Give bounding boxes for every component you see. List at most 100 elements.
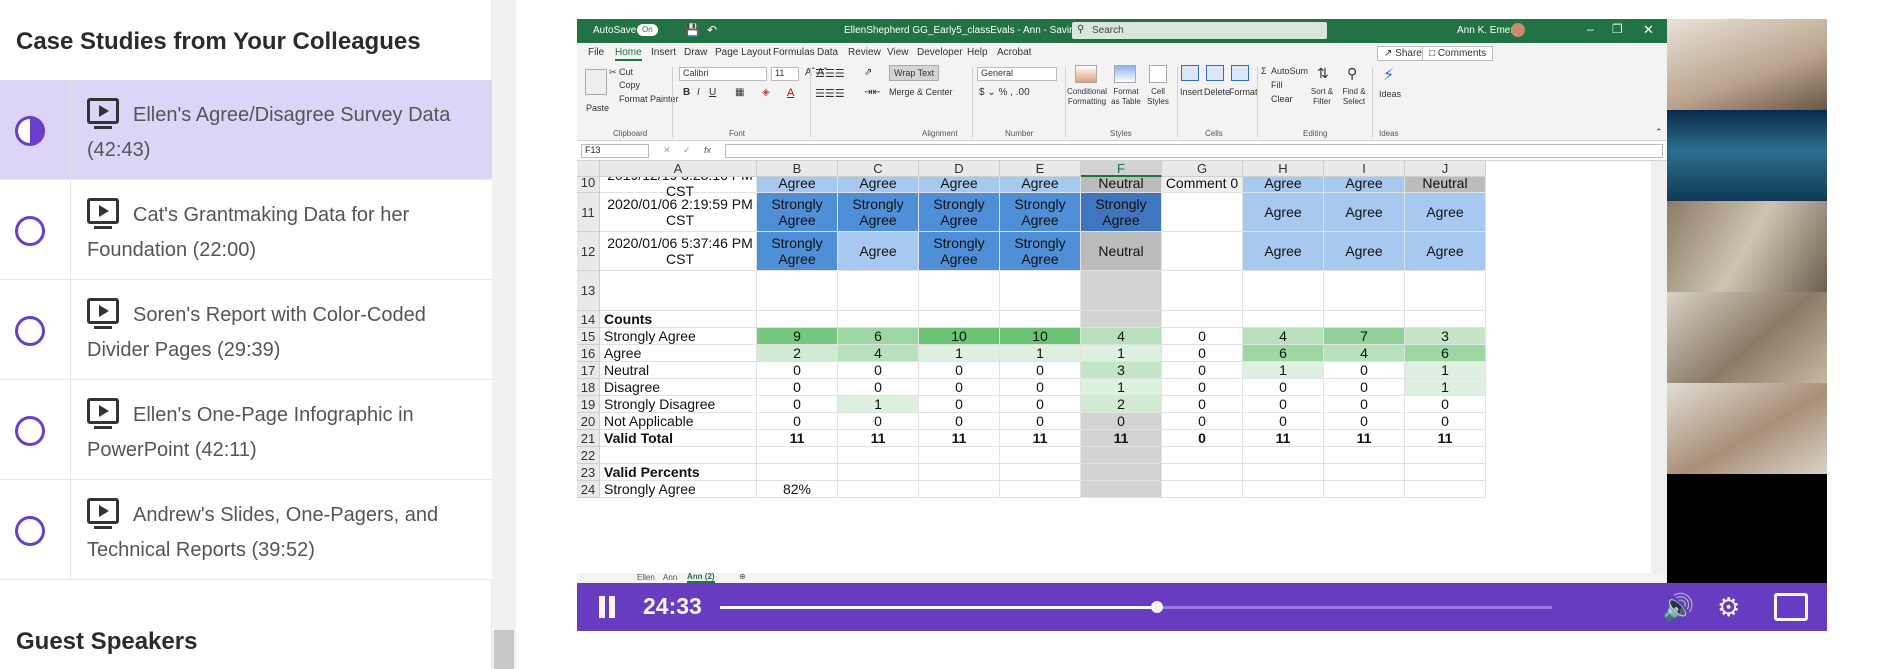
delete-cells-button[interactable]: Delete	[1204, 87, 1230, 97]
column-header[interactable]: H	[1243, 161, 1324, 177]
table-cell[interactable]	[1081, 481, 1162, 498]
cut-button[interactable]: Cut	[619, 67, 633, 77]
italic-icon[interactable]: I	[697, 87, 700, 98]
table-cell[interactable]: Strongly Agree	[919, 232, 1000, 271]
table-cell[interactable]	[1405, 464, 1486, 481]
wrap-text-button[interactable]: Wrap Text	[889, 65, 940, 81]
cell-styles-button[interactable]: Cell Styles	[1144, 87, 1172, 107]
table-cell[interactable]: Neutral	[600, 362, 757, 379]
table-cell[interactable]: 0	[1405, 396, 1486, 413]
table-cell[interactable]: 3	[1081, 362, 1162, 379]
ideas-button[interactable]: Ideas	[1379, 89, 1401, 99]
video-player[interactable]: AutoSave On 💾 ↶ EllenShepherd GG_Early5_…	[577, 19, 1827, 631]
table-cell[interactable]: 0	[838, 379, 919, 396]
table-cell[interactable]	[1243, 481, 1324, 498]
table-cell[interactable]: 1	[1405, 362, 1486, 379]
table-cell[interactable]	[1000, 464, 1081, 481]
sort-filter-icon[interactable]: ⇅	[1317, 65, 1329, 82]
table-cell[interactable]: 0	[1324, 413, 1405, 430]
sheet-tab[interactable]: Ellen	[637, 573, 655, 582]
menu-draw[interactable]: Draw	[684, 47, 707, 58]
column-header[interactable]: C	[838, 161, 919, 177]
cut-icon[interactable]: ✂	[609, 67, 617, 78]
clear-button[interactable]: Clear	[1271, 94, 1293, 104]
table-cell[interactable]	[1081, 271, 1162, 311]
lesson-item[interactable]: Ellen's Agree/Disagree Survey Data (42:4…	[0, 80, 492, 180]
table-cell[interactable]: 0	[1000, 379, 1081, 396]
table-cell[interactable]	[757, 464, 838, 481]
table-cell[interactable]: Agree	[838, 232, 919, 271]
indent-icon[interactable]: ⇥⇤	[864, 87, 881, 98]
settings-icon[interactable]: ⚙	[1717, 593, 1740, 621]
table-cell[interactable]: Strongly Disagree	[600, 396, 757, 413]
table-cell[interactable]: Strongly Agree	[757, 193, 838, 232]
table-cell[interactable]: 2020/01/06 5:37:46 PM CST	[600, 232, 757, 271]
table-cell[interactable]	[1000, 311, 1081, 328]
lesson-item[interactable]: Cat's Grantmaking Data for her Foundatio…	[0, 180, 492, 280]
conditional-formatting-icon[interactable]	[1075, 65, 1097, 83]
menu-page-layout[interactable]: Page Layout	[715, 47, 771, 58]
table-cell[interactable]: 0	[1162, 345, 1243, 362]
table-cell[interactable]: 1	[919, 345, 1000, 362]
collapse-ribbon-icon[interactable]: ⌃	[1655, 127, 1663, 138]
row-header[interactable]: 19	[577, 396, 600, 413]
paste-icon[interactable]	[585, 69, 607, 95]
table-cell[interactable]: 11	[1243, 430, 1324, 447]
table-cell[interactable]: 0	[1000, 413, 1081, 430]
table-cell[interactable]	[757, 311, 838, 328]
table-cell[interactable]: 0	[1324, 379, 1405, 396]
font-size-select[interactable]: 11	[771, 67, 799, 81]
table-cell[interactable]: Valid Percents	[600, 464, 757, 481]
borders-icon[interactable]: ▦	[735, 87, 744, 98]
spreadsheet-grid[interactable]: 102019/12/19 3:28:16 PM CSTAgreeAgreeAgr…	[577, 161, 1667, 573]
table-cell[interactable]: 11	[1081, 430, 1162, 447]
table-cell[interactable]: Valid Total	[600, 430, 757, 447]
table-cell[interactable]: 0	[1162, 379, 1243, 396]
menu-home[interactable]: Home	[615, 47, 642, 61]
table-cell[interactable]: 11	[757, 430, 838, 447]
table-cell[interactable]	[1243, 464, 1324, 481]
row-header[interactable]: 17	[577, 362, 600, 379]
table-cell[interactable]: Strongly Agree	[600, 328, 757, 345]
table-cell[interactable]	[919, 447, 1000, 464]
table-cell[interactable]	[919, 311, 1000, 328]
add-sheet-icon[interactable]: ⊕	[739, 572, 746, 581]
table-cell[interactable]: 0	[1405, 413, 1486, 430]
table-cell[interactable]: 0	[1324, 362, 1405, 379]
insert-cells-icon[interactable]	[1181, 65, 1199, 81]
row-header[interactable]: 24	[577, 481, 600, 498]
table-cell[interactable]	[838, 464, 919, 481]
row-header[interactable]: 16	[577, 345, 600, 362]
table-cell[interactable]: Agree	[1405, 193, 1486, 232]
row-header[interactable]: 12	[577, 232, 600, 271]
table-cell[interactable]	[1081, 447, 1162, 464]
table-cell[interactable]: 0	[1162, 430, 1243, 447]
table-cell[interactable]: Agree	[1324, 232, 1405, 271]
font-name-select[interactable]: Calibri	[679, 67, 767, 81]
table-cell[interactable]: 0	[1162, 362, 1243, 379]
table-cell[interactable]: 1	[1081, 345, 1162, 362]
name-box[interactable]: F13	[581, 144, 649, 158]
table-cell[interactable]	[1000, 271, 1081, 311]
table-cell[interactable]	[1000, 481, 1081, 498]
table-cell[interactable]	[1162, 311, 1243, 328]
table-cell[interactable]: 10	[919, 328, 1000, 345]
close-icon[interactable]: ✕	[1643, 22, 1654, 38]
table-cell[interactable]: Strongly Agree	[1000, 193, 1081, 232]
search-input[interactable]: Search	[1072, 22, 1327, 39]
menu-formulas[interactable]: Formulas	[773, 47, 815, 58]
table-cell[interactable]: Strongly Agree	[838, 193, 919, 232]
row-header[interactable]: 22	[577, 447, 600, 464]
menu-data[interactable]: Data	[817, 47, 838, 58]
align-left-icon[interactable]: ☰☰☰	[815, 87, 845, 100]
align-top-icon[interactable]: ☰☰☰	[815, 67, 845, 80]
column-header[interactable]: D	[919, 161, 1000, 177]
table-cell[interactable]	[1162, 464, 1243, 481]
cancel-entry-icon[interactable]: ✕	[663, 145, 671, 156]
table-cell[interactable]: 6	[1405, 345, 1486, 362]
table-cell[interactable]: 0	[757, 413, 838, 430]
table-cell[interactable]: Strongly Agree	[1081, 193, 1162, 232]
column-header[interactable]: F	[1081, 161, 1162, 177]
table-cell[interactable]: 4	[1324, 345, 1405, 362]
sidebar-scrollbar[interactable]	[492, 0, 516, 669]
